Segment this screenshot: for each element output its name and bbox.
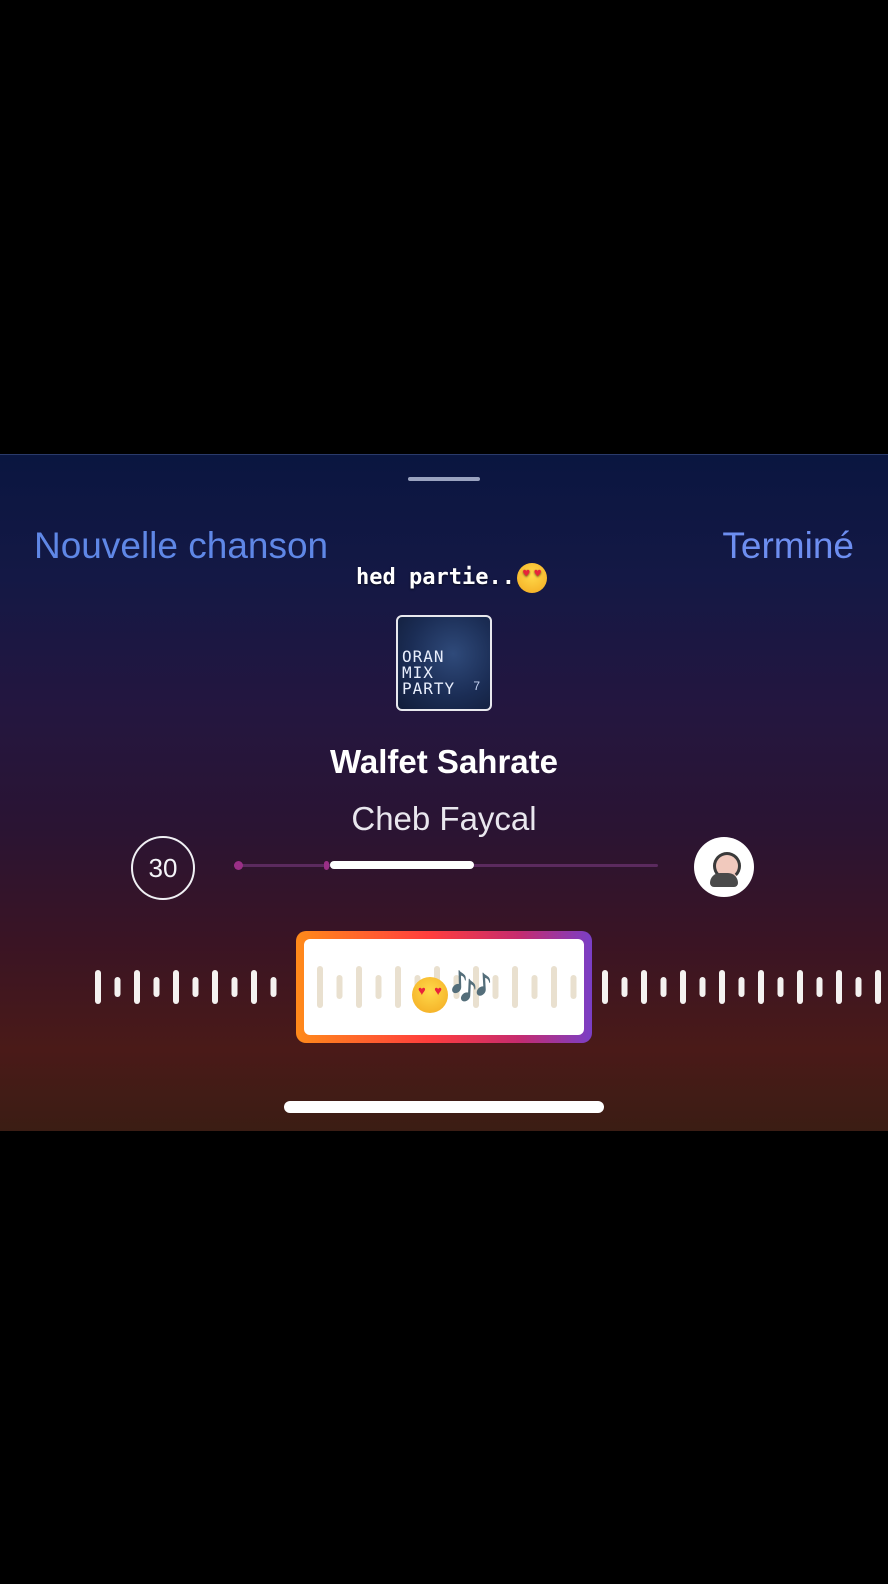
waveform-bar: [660, 977, 667, 997]
waveform-bar: [231, 977, 238, 997]
waveform-bar: [192, 977, 199, 997]
waveform-bar: [680, 970, 686, 1004]
clip-waveform-bar: [492, 975, 499, 999]
waveform-bar: [816, 977, 823, 997]
waveform-bar: [738, 977, 745, 997]
waveform-bar: [114, 977, 121, 997]
music-notes-icon: 🎶: [450, 968, 493, 1008]
waveform-bar: [699, 977, 706, 997]
clip-waveform-bar: [531, 975, 538, 999]
clip-waveform-bar: [512, 966, 518, 1008]
heart-eyes-emoji-icon: [412, 977, 448, 1013]
waveform-bar: [758, 970, 764, 1004]
clip-waveform-bar: [356, 966, 362, 1008]
clip-waveform-bar: [375, 975, 382, 999]
music-picker-sheet: Nouvelle chanson Terminé hed partie.. OR…: [0, 454, 888, 1131]
waveform-bar: [855, 977, 862, 997]
waveform-bar: [797, 970, 803, 1004]
waveform-bar: [95, 970, 101, 1004]
clip-waveform-bar: [570, 975, 577, 999]
waveform-bar: [173, 970, 179, 1004]
waveform-bar: [641, 970, 647, 1004]
waveform-bar: [270, 977, 277, 997]
waveform-bar: [719, 970, 725, 1004]
clip-waveform-bar: [551, 966, 557, 1008]
waveform-bar: [602, 970, 608, 1004]
waveform-bar: [134, 970, 140, 1004]
waveform-bar: [621, 977, 628, 997]
waveform-bar: [153, 977, 160, 997]
clip-waveform-bar: [317, 966, 323, 1008]
waveform-bar: [836, 970, 842, 1004]
waveform-bar: [777, 977, 784, 997]
waveform-bar: [875, 970, 881, 1004]
clip-selector-window: 🎶: [304, 939, 584, 1035]
clip-waveform-bar: [336, 975, 343, 999]
waveform-bar: [212, 970, 218, 1004]
clip-selector[interactable]: 🎶: [296, 931, 592, 1043]
waveform-bar: [251, 970, 257, 1004]
clip-waveform-bar: [395, 966, 401, 1008]
home-indicator: [284, 1101, 604, 1113]
